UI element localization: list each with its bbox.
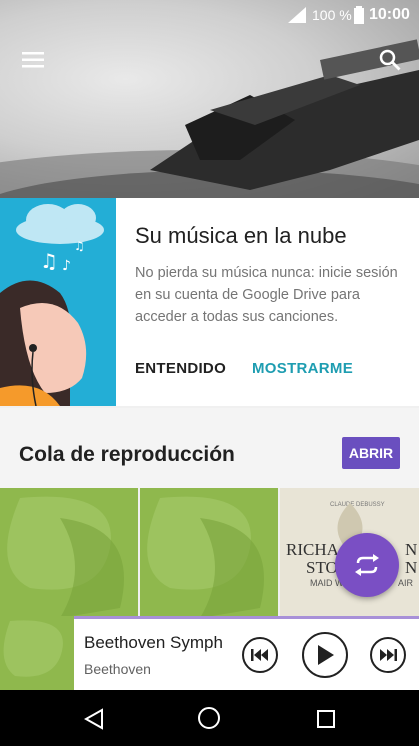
cloud-music-card: ♫ ♪ ♫ Su música en la nube No pierda su … [0, 198, 419, 406]
album-text-line1: RICHA [286, 540, 339, 559]
repeat-icon [355, 554, 379, 576]
card-title: Su música en la nube [135, 223, 347, 248]
previous-button[interactable] [242, 637, 278, 673]
navigation-bar [0, 690, 419, 746]
menu-button[interactable] [13, 40, 53, 80]
play-icon [318, 645, 334, 665]
svg-text:♫: ♫ [40, 249, 58, 273]
album-text-line2: STO [306, 558, 338, 577]
clock: 10:00 [369, 6, 410, 23]
battery-text: 100 % [312, 7, 352, 23]
album-text-line3b: AIR [398, 578, 414, 588]
previous-icon [251, 649, 268, 661]
player-album-art[interactable] [0, 616, 74, 690]
track-artist: Beethoven [84, 661, 151, 677]
album-art-icon [147, 496, 264, 618]
svg-text:♫: ♫ [74, 239, 85, 253]
queue-album-tile[interactable] [140, 488, 278, 618]
open-queue-button[interactable]: ABRIR [342, 437, 400, 469]
menu-icon [22, 52, 44, 68]
album-text-line1b: N [405, 540, 418, 559]
card-body: No pierda su música nunca: inicie sesión… [135, 265, 398, 325]
album-text-line2b: N [405, 558, 418, 577]
back-icon[interactable] [84, 708, 104, 730]
play-button[interactable] [302, 632, 348, 678]
recents-icon[interactable] [316, 709, 336, 729]
show-me-button[interactable]: MOSTRARME [252, 360, 353, 377]
queue-title: Cola de reproducción [19, 443, 235, 466]
search-button[interactable] [370, 40, 410, 80]
search-icon [379, 49, 401, 71]
status-bar: 100 % 10:00 [0, 0, 419, 30]
album-art-icon [3, 620, 63, 677]
signal-icon [288, 7, 306, 23]
battery-icon [354, 6, 364, 24]
queue-section: Cola de reproducción ABRIR [0, 408, 419, 488]
mini-player[interactable]: Beethoven Symph Beethoven [74, 616, 419, 690]
cloud-illustration: ♫ ♪ ♫ [0, 198, 116, 406]
next-icon [380, 649, 397, 661]
dismiss-button[interactable]: ENTENDIDO [135, 360, 226, 377]
next-button[interactable] [370, 637, 406, 673]
home-icon[interactable] [197, 706, 221, 730]
shuffle-fab[interactable] [335, 533, 399, 597]
album-art-icon [7, 496, 124, 618]
track-title: Beethoven Symph [84, 633, 222, 652]
queue-album-tile[interactable] [0, 488, 138, 618]
svg-text:♪: ♪ [62, 258, 71, 274]
